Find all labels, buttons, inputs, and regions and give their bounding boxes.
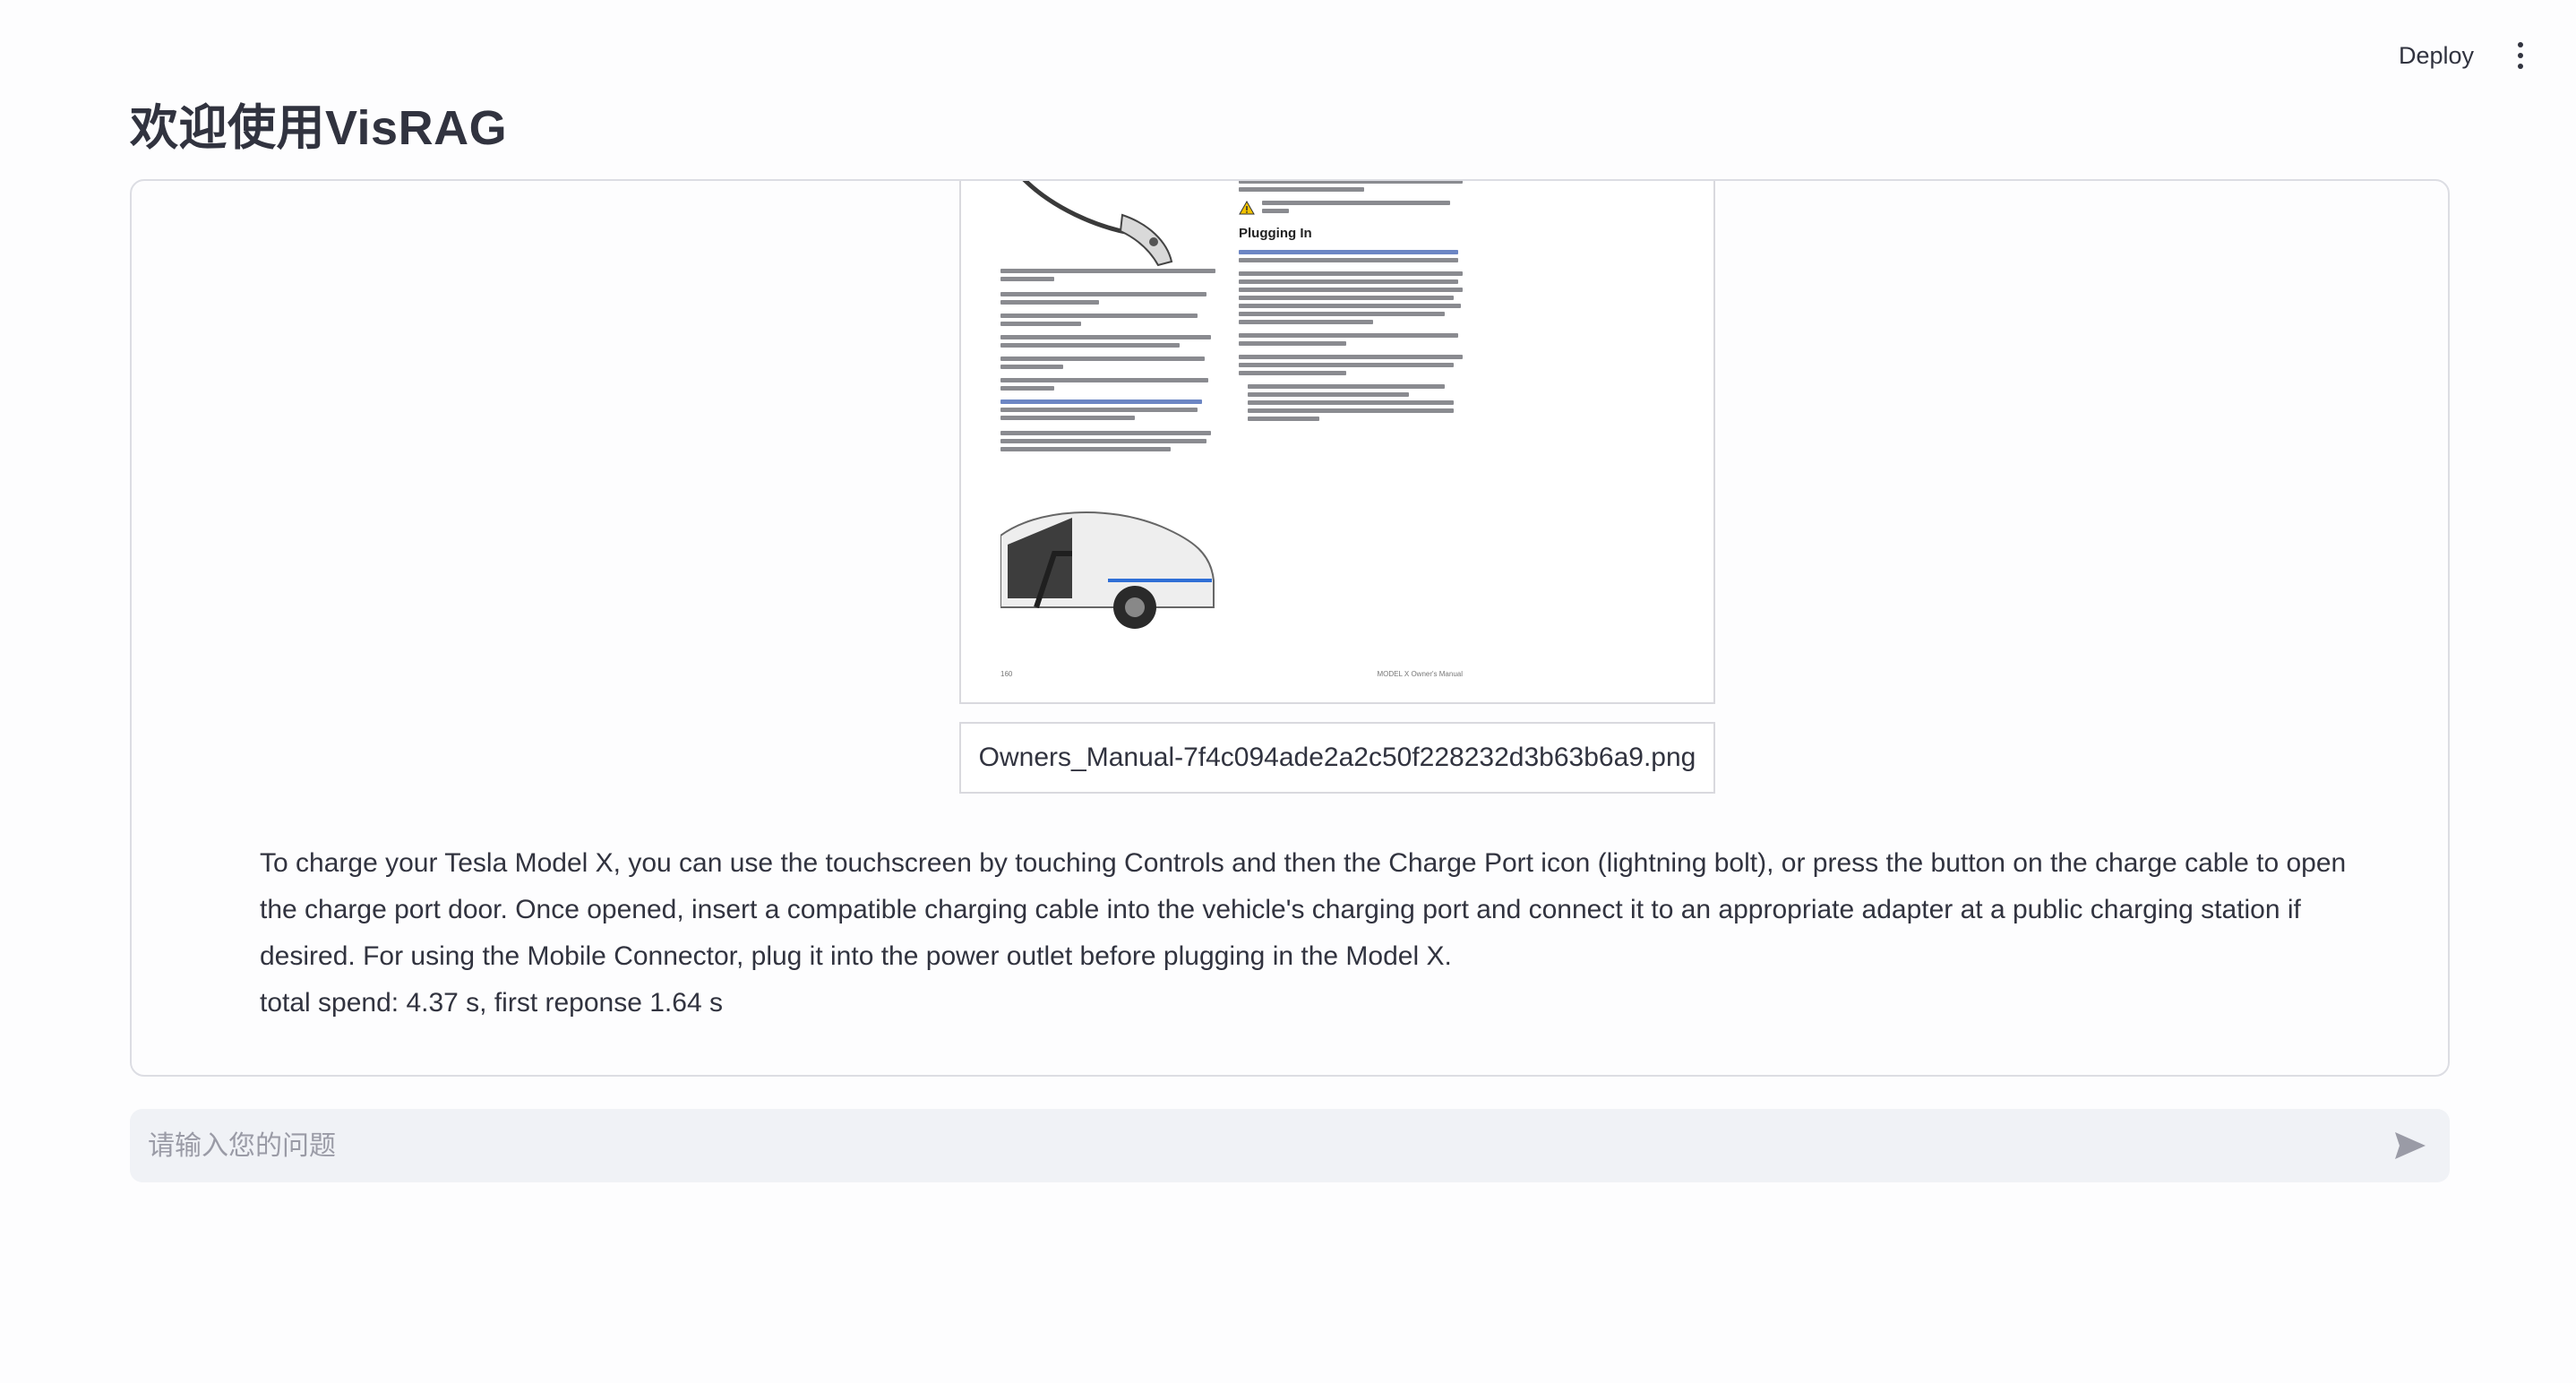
- answer-text: To charge your Tesla Model X, you can us…: [260, 848, 2347, 971]
- app-page: Deploy 欢迎使用VisRAG Plugging In 160 MODEL …: [0, 0, 2576, 1383]
- document-footer: 160 MODEL X Owner's Manual: [1000, 670, 1463, 681]
- charge-cable-illustration: [1022, 181, 1173, 267]
- caution-note: [1239, 201, 1472, 217]
- page-title: 欢迎使用VisRAG: [130, 101, 508, 155]
- send-arrow-icon: [2395, 1132, 2426, 1159]
- vertical-ellipsis-icon: [2518, 42, 2523, 47]
- vertical-ellipsis-icon-dot: [2518, 53, 2523, 58]
- question-input[interactable]: [146, 1109, 2371, 1184]
- document-left-column: [1000, 269, 1224, 455]
- deploy-button[interactable]: Deploy: [2383, 34, 2490, 77]
- retrieved-document-image: Plugging In 160 MODEL X Owner's Manual: [959, 181, 1715, 704]
- image-filename-caption: Owners_Manual-7f4c094ade2a2c50f228232d3b…: [959, 722, 1715, 794]
- warning-icon: [1239, 201, 1255, 215]
- document-footer-title: MODEL X Owner's Manual: [1377, 670, 1463, 678]
- main-menu-button[interactable]: [2508, 38, 2533, 73]
- chat-message-container: Plugging In 160 MODEL X Owner's Manual O…: [130, 179, 2450, 1077]
- chat-input-bar: [130, 1109, 2450, 1184]
- assistant-answer: To charge your Tesla Model X, you can us…: [260, 840, 2347, 1027]
- document-right-column: Plugging In: [1239, 181, 1472, 425]
- document-heading: Plugging In: [1239, 226, 1312, 241]
- document-page-number: 160: [1000, 670, 1013, 678]
- vertical-ellipsis-icon-dot: [2518, 64, 2523, 69]
- app-header: Deploy: [0, 0, 2576, 99]
- send-button[interactable]: [2391, 1127, 2430, 1164]
- model-x-car-illustration: [1000, 511, 1215, 629]
- timing-text: total spend: 4.37 s, first reponse 1.64 …: [260, 988, 723, 1018]
